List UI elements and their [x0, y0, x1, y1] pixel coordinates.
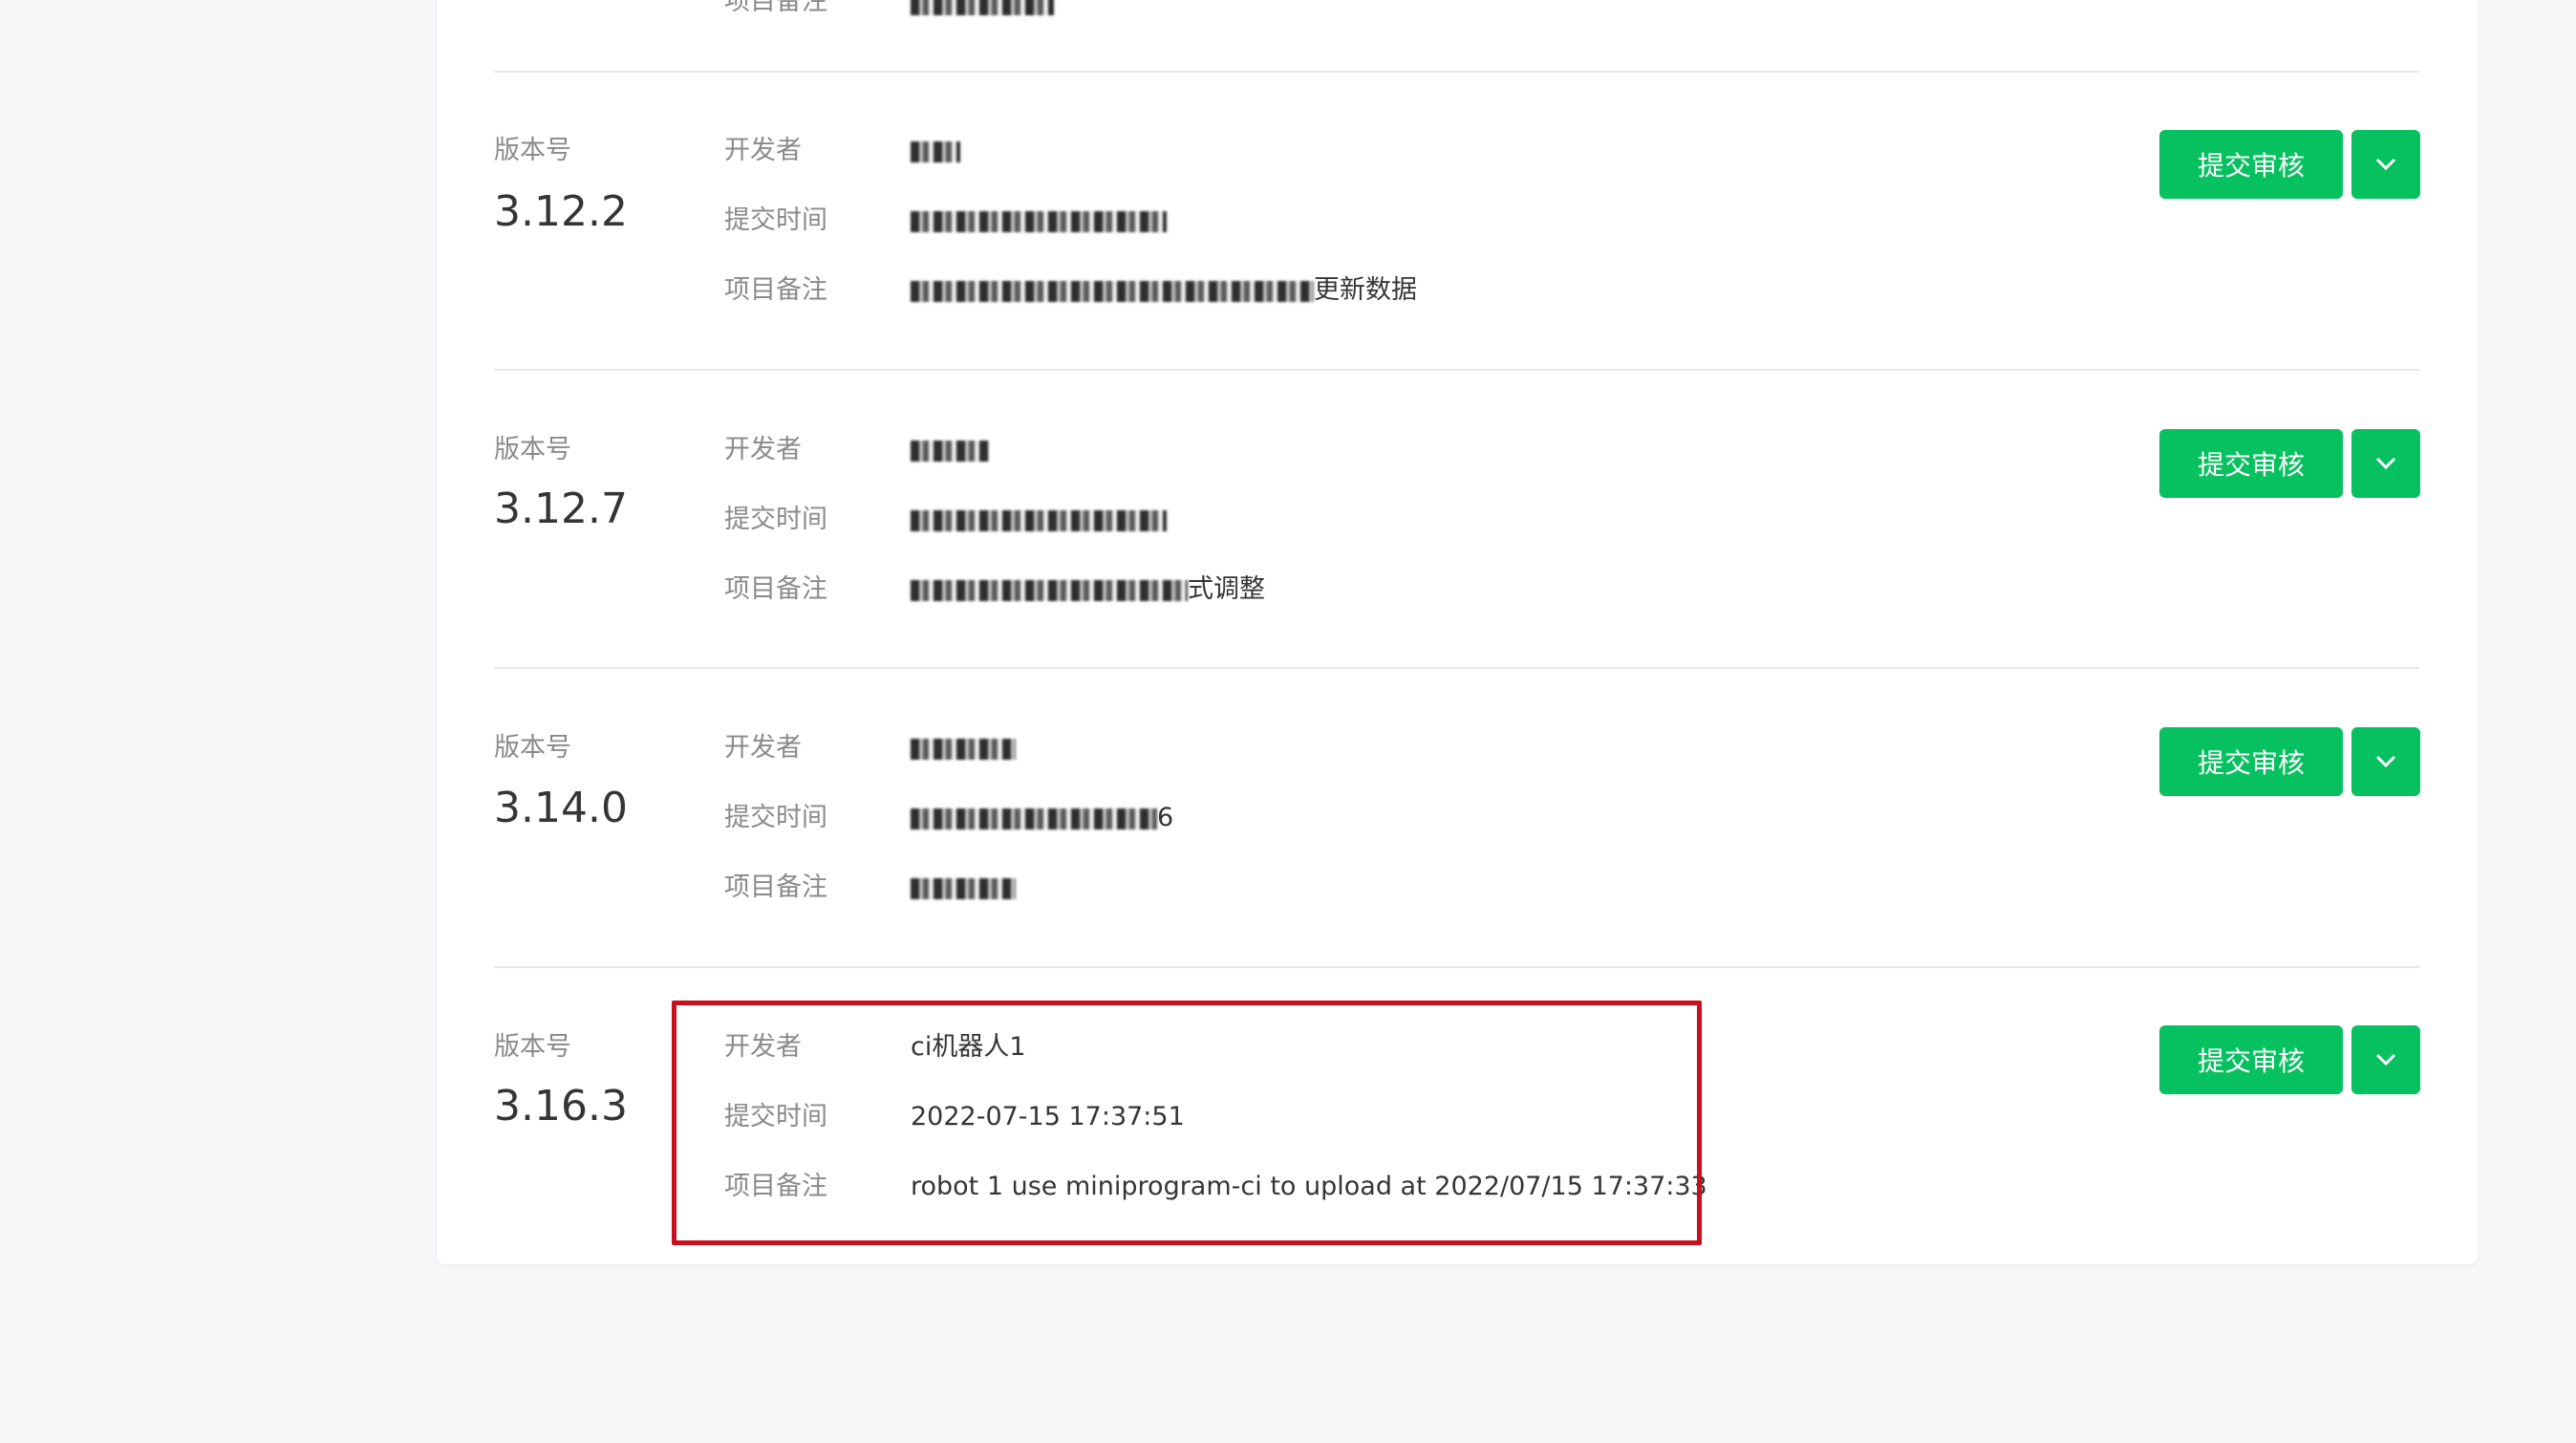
field-label-remark: 项目备注	[724, 872, 827, 902]
more-options-button[interactable]	[2351, 130, 2420, 199]
field-value-submit-time	[911, 506, 1167, 532]
field-label-submit-time: 提交时间	[724, 505, 827, 534]
field-label-submit-time: 提交时间	[724, 205, 827, 235]
chevron-down-icon	[2375, 1053, 2396, 1066]
field-label-developer: 开发者	[724, 136, 802, 165]
field-label-developer: 开发者	[724, 733, 802, 763]
more-options-button[interactable]	[2351, 727, 2420, 796]
field-value-remark	[911, 0, 1054, 16]
divider	[494, 71, 2419, 73]
field-label-remark: 项目备注	[724, 275, 827, 305]
version-label: 版本号	[494, 435, 571, 464]
field-label-developer: 开发者	[724, 435, 802, 464]
chevron-down-icon	[2375, 158, 2396, 171]
divider	[494, 966, 2419, 968]
field-value-submit-time	[911, 207, 1167, 233]
version-number: 3.12.2	[494, 187, 628, 236]
chevron-down-icon	[2375, 755, 2396, 768]
version-number: 3.12.7	[494, 485, 628, 533]
version-label: 版本号	[494, 136, 571, 165]
version-number: 3.14.0	[494, 784, 628, 832]
submit-review-button[interactable]: 提交审核	[2159, 1025, 2343, 1094]
chevron-down-icon	[2375, 457, 2396, 470]
field-value-remark	[911, 874, 1016, 900]
field-value-developer	[911, 735, 1016, 761]
submit-review-button[interactable]: 提交审核	[2159, 727, 2343, 796]
version-label: 版本号	[494, 1032, 571, 1062]
field-value-remark: 更新数据	[911, 277, 1417, 303]
version-number: 3.16.3	[494, 1082, 628, 1131]
divider	[494, 667, 2419, 669]
more-options-button[interactable]	[2351, 1025, 2420, 1094]
submit-review-button[interactable]: 提交审核	[2159, 429, 2343, 498]
field-value-developer	[911, 437, 989, 463]
field-label-remark: 项目备注	[724, 574, 827, 604]
highlight-box	[672, 1001, 1702, 1245]
field-label-submit-time: 提交时间	[724, 803, 827, 832]
more-options-button[interactable]	[2351, 429, 2420, 498]
field-value-developer	[911, 138, 960, 163]
version-label: 版本号	[494, 733, 571, 763]
field-value-remark: 式调整	[911, 576, 1265, 602]
divider	[494, 369, 2419, 371]
field-value-submit-time: 6	[911, 805, 1173, 830]
submit-review-button[interactable]: 提交审核	[2159, 130, 2343, 199]
field-label-remark: 项目备注	[724, 0, 827, 16]
